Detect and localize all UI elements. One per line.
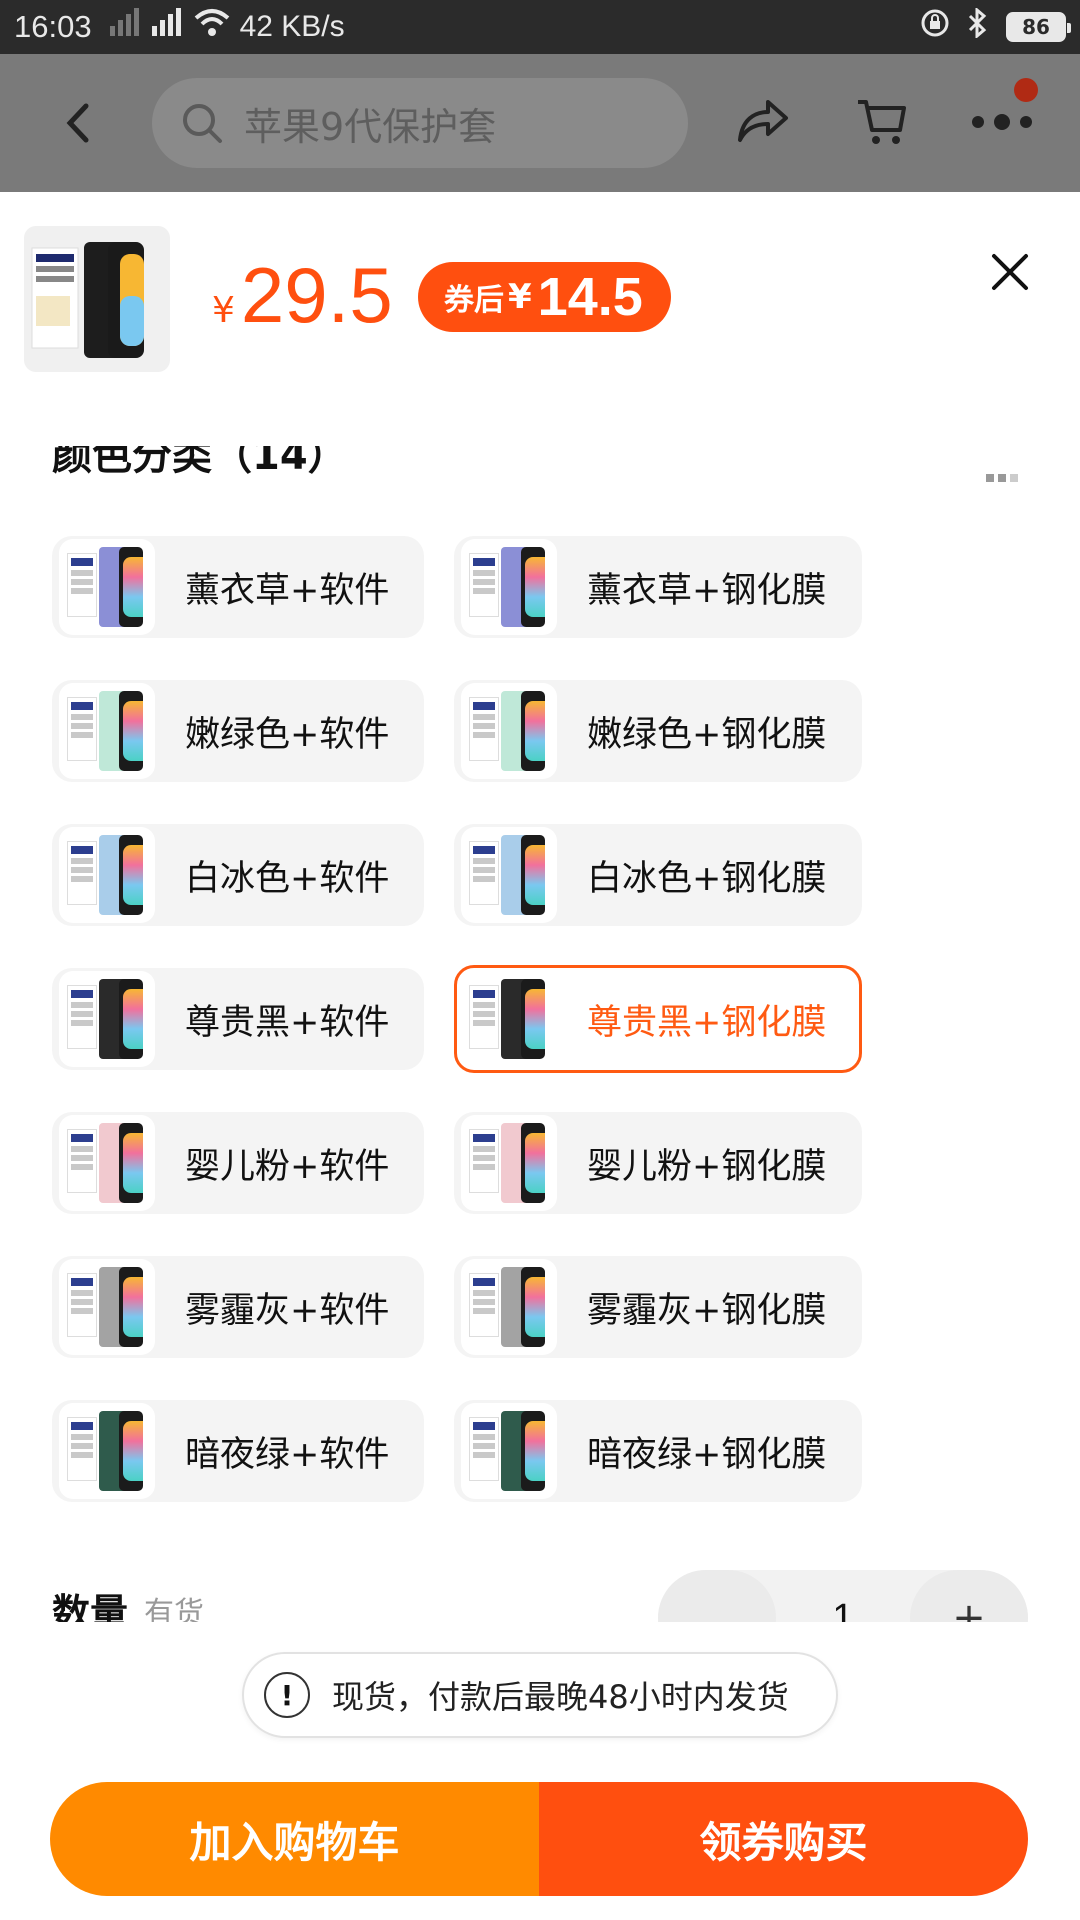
option-thumbnail xyxy=(461,539,557,635)
color-option[interactable]: 嫩绿色+软件 xyxy=(52,680,424,782)
option-label: 白冰色+钢化膜 xyxy=(587,858,827,899)
coupon-currency: ¥ xyxy=(508,277,532,317)
increase-button[interactable]: + xyxy=(909,1570,1028,1622)
coupon-price: 14.5 xyxy=(537,267,643,327)
close-button[interactable] xyxy=(988,250,1032,294)
option-label: 白冰色+软件 xyxy=(185,858,390,899)
quantity-stepper[interactable]: 1 + xyxy=(658,1570,1028,1622)
product-thumbnail[interactable] xyxy=(24,226,170,372)
coupon-price-badge[interactable]: 券后 ¥ 14.5 xyxy=(418,262,671,332)
search-placeholder: 苹果9代保护套 xyxy=(244,104,497,149)
lock-rotation-icon xyxy=(920,8,950,46)
color-option[interactable]: 嫩绿色+钢化膜 xyxy=(454,680,862,782)
color-option[interactable]: 婴儿粉+软件 xyxy=(52,1112,424,1214)
page-header: 苹果9代保护套 xyxy=(0,54,1080,192)
pager-dot xyxy=(998,474,1006,482)
close-icon xyxy=(992,254,1028,290)
option-thumbnail xyxy=(461,1115,557,1211)
back-button[interactable] xyxy=(58,98,98,148)
color-option[interactable]: 雾霾灰+钢化膜 xyxy=(454,1256,862,1358)
color-option[interactable]: 婴儿粉+钢化膜 xyxy=(454,1112,862,1214)
color-option[interactable]: 薰衣草+软件 xyxy=(52,536,424,638)
option-label: 尊贵黑+软件 xyxy=(185,1002,390,1043)
option-label: 雾霾灰+软件 xyxy=(185,1290,390,1331)
option-thumbnail xyxy=(59,971,155,1067)
color-option[interactable]: 薰衣草+钢化膜 xyxy=(454,536,862,638)
price: ¥ 29.5 xyxy=(212,250,393,341)
option-label: 暗夜绿+钢化膜 xyxy=(587,1434,827,1475)
buy-button[interactable]: 领券购买 xyxy=(539,1782,1028,1896)
decrease-button[interactable] xyxy=(658,1570,776,1622)
option-thumbnail xyxy=(59,539,155,635)
option-thumbnail xyxy=(59,1259,155,1355)
signal-4g-icon xyxy=(150,8,186,46)
coupon-label: 券后 xyxy=(444,283,504,318)
info-icon: ! xyxy=(264,1672,310,1718)
option-label: 薰衣草+软件 xyxy=(185,570,390,611)
option-label: 婴儿粉+软件 xyxy=(185,1146,390,1187)
delivery-tip: ! 现货，付款后最晚48小时内发货 xyxy=(242,1652,838,1738)
pager-dot xyxy=(1010,474,1018,482)
bluetooth-icon xyxy=(964,6,992,46)
color-option[interactable]: 白冰色+钢化膜 xyxy=(454,824,862,926)
color-option[interactable]: 尊贵黑+软件 xyxy=(52,968,424,1070)
color-option[interactable]: 白冰色+软件 xyxy=(52,824,424,926)
option-thumbnail xyxy=(461,971,557,1067)
pager-dot xyxy=(986,474,994,482)
option-thumbnail xyxy=(59,1403,155,1499)
option-thumbnail xyxy=(461,1259,557,1355)
battery-icon: 86 xyxy=(1006,12,1071,42)
color-option[interactable]: 暗夜绿+软件 xyxy=(52,1400,424,1502)
option-thumbnail xyxy=(59,1115,155,1211)
sku-selector-sheet: ¥ 29.5 券后 ¥ 14.5 颜色分类（14） 薰衣草+软件 薰衣草+钢化膜嫩… xyxy=(0,192,1080,1920)
search-icon xyxy=(183,104,222,143)
price-value: 29.5 xyxy=(240,251,393,339)
color-option[interactable]: 暗夜绿+钢化膜 xyxy=(454,1400,862,1502)
section-title: 颜色分类（14） xyxy=(52,446,348,474)
search-input[interactable]: 苹果9代保护套 xyxy=(152,78,688,168)
net-speed: 42 KB/s xyxy=(239,10,345,43)
option-label: 尊贵黑+钢化膜 xyxy=(587,1002,827,1043)
more-icon[interactable] xyxy=(970,112,1034,136)
quantity-row: 数量 有货 1 + xyxy=(0,1570,1080,1622)
status-time: 16:03 xyxy=(14,9,92,44)
status-bar: 16:03 42 KB/s 86 xyxy=(0,0,1080,54)
option-thumbnail xyxy=(59,683,155,779)
option-label: 暗夜绿+软件 xyxy=(185,1434,390,1475)
option-label: 薰衣草+钢化膜 xyxy=(587,570,827,611)
option-thumbnail xyxy=(59,827,155,923)
wifi-icon xyxy=(194,8,230,46)
signal-off-icon xyxy=(108,8,144,46)
option-label: 雾霾灰+钢化膜 xyxy=(587,1290,827,1331)
color-option[interactable]: 尊贵黑+钢化膜 xyxy=(454,965,862,1073)
option-thumbnail xyxy=(461,827,557,923)
option-label: 婴儿粉+钢化膜 xyxy=(587,1146,827,1187)
notification-dot xyxy=(1014,78,1038,102)
option-thumbnail xyxy=(461,1403,557,1499)
stock-status: 有货 xyxy=(144,1596,204,1622)
option-thumbnail xyxy=(461,683,557,779)
cart-icon[interactable] xyxy=(856,96,908,150)
quantity-label: 数量 xyxy=(52,1591,129,1622)
action-bar: 加入购物车 领券购买 xyxy=(50,1782,1028,1896)
price-currency: ¥ xyxy=(212,290,235,331)
option-label: 嫩绿色+钢化膜 xyxy=(587,714,827,755)
color-option[interactable]: 雾霾灰+软件 xyxy=(52,1256,424,1358)
quantity-value: 1 xyxy=(832,1596,854,1623)
share-icon[interactable] xyxy=(734,96,790,150)
delivery-tip-text: 现货，付款后最晚48小时内发货 xyxy=(332,1678,789,1716)
option-label: 嫩绿色+软件 xyxy=(185,714,390,755)
chevron-left-icon xyxy=(66,103,89,143)
add-to-cart-button[interactable]: 加入购物车 xyxy=(50,1782,539,1896)
pager-indicator xyxy=(986,474,1018,482)
